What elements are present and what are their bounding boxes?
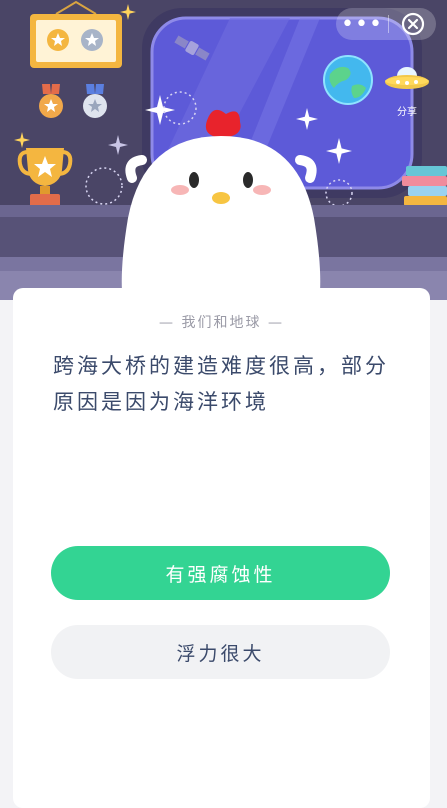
books-decoration (402, 166, 447, 206)
answer-option-2[interactable]: 浮力很大 (51, 625, 390, 679)
capsule-menu: ••• (336, 8, 436, 40)
chick-mascot (121, 109, 321, 300)
close-button[interactable] (389, 8, 436, 40)
silver-medal-icon (83, 84, 107, 118)
question-card: — 我们和地球 — 跨海大桥的建造难度很高，部分原因是因为海洋环境 有强腐蚀性 … (13, 288, 430, 808)
share-label[interactable]: 分享 (387, 103, 427, 118)
sparkle-icon (326, 138, 352, 164)
question-text: 跨海大桥的建造难度很高，部分原因是因为海洋环境 (53, 354, 389, 414)
more-button[interactable]: ••• (336, 8, 388, 40)
satellite-icon (174, 35, 210, 61)
share-ufo-icon[interactable] (382, 60, 432, 100)
trophy-icon (17, 148, 73, 208)
bronze-medal-icon (39, 84, 63, 118)
header-illustration: 分享 ••• (0, 0, 447, 300)
answer-option-1[interactable]: 有强腐蚀性 (51, 546, 390, 600)
close-icon (401, 12, 424, 36)
earth-icon (323, 55, 373, 105)
medal-frame (30, 0, 122, 68)
category-label: — 我们和地球 — (159, 315, 284, 331)
